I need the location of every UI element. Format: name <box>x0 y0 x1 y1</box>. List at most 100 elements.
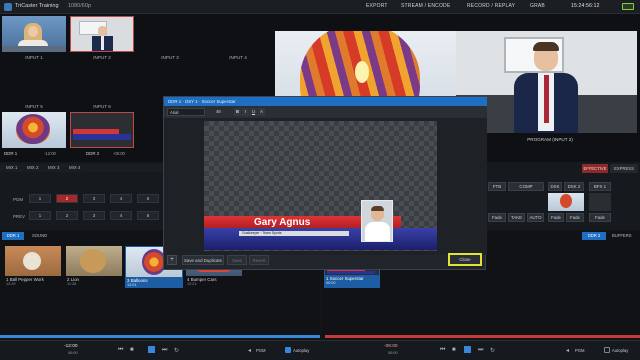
play-button[interactable] <box>148 346 155 353</box>
export-menu[interactable]: EXPORT <box>366 3 388 9</box>
loop-icon[interactable]: ↻ <box>490 347 495 354</box>
ddr-2-label: DDR 2 <box>86 151 100 156</box>
take-button[interactable]: TAKE <box>508 213 525 222</box>
title-photo[interactable] <box>361 200 393 242</box>
previous-icon[interactable]: ⏮ <box>118 347 123 354</box>
ddr-2-output-label[interactable]: PGM <box>575 348 585 353</box>
pgm-button-3[interactable]: 3 <box>83 194 105 203</box>
photo-shirt <box>365 222 390 241</box>
clip-duration: 12:21 <box>187 282 197 286</box>
next-icon[interactable]: ⏭ <box>478 347 483 354</box>
auto-button[interactable]: AUTO <box>527 213 544 222</box>
stop-icon[interactable]: ■ <box>452 347 456 353</box>
input-1-label: INPUT 1 <box>25 55 43 60</box>
dsk-2-fade-button[interactable]: Fade <box>566 213 584 222</box>
tab-effective[interactable]: EFFECTIVE <box>582 164 608 173</box>
speaker-icon[interactable]: ◂ <box>248 347 251 354</box>
text-color-button[interactable]: A <box>258 108 265 116</box>
ddr-2-thumbnail[interactable] <box>70 112 134 148</box>
revert-button[interactable]: Revert <box>249 255 269 265</box>
close-button[interactable]: Close <box>448 253 482 266</box>
prev-button-1[interactable]: 1 <box>29 211 51 220</box>
ftb-button[interactable]: FTB <box>488 182 506 191</box>
tab-mix-2[interactable]: MIX 2 <box>27 165 38 170</box>
pgm-button-4[interactable]: 4 <box>110 194 132 203</box>
tab-ddr-2[interactable]: DDR 2 <box>582 232 606 240</box>
save-and-duplicate-button[interactable]: Save and Duplicate <box>182 255 224 265</box>
clip-thumbnail <box>66 246 122 276</box>
bold-button[interactable]: B <box>234 108 241 116</box>
ddr-1-progress[interactable] <box>0 335 320 338</box>
stop-icon[interactable]: ■ <box>130 347 134 353</box>
dsk-2-button[interactable]: DSK 2 <box>564 182 584 191</box>
clip-item[interactable]: 1 Ball Pepper Work 12:29 <box>5 246 61 286</box>
ddr-2-blue-bar <box>73 134 131 140</box>
top-bar: TriCaster Training 1080/60p EXPORT STREA… <box>0 0 640 14</box>
input-2-label: INPUT 2 <box>93 55 111 60</box>
ddr-1-thumbnail[interactable] <box>2 112 66 148</box>
title-subtitle-strip[interactable]: Goalkeeper · Team Sports <box>239 231 349 236</box>
font-size-field[interactable]: 48 <box>216 108 228 116</box>
tab-express[interactable]: EXPRESS <box>610 164 638 173</box>
dialog-toolbar <box>164 106 487 118</box>
play-button[interactable] <box>464 346 471 353</box>
prev-button-3[interactable]: 3 <box>83 211 105 220</box>
prev-button-5[interactable]: 5 <box>137 211 159 220</box>
italic-button[interactable]: I <box>242 108 249 116</box>
dsk-1-fade-button[interactable]: Fade <box>548 213 564 222</box>
dsk-1-button[interactable]: DSK 1 <box>548 182 562 197</box>
preview-flame <box>355 61 369 83</box>
input-4-label: INPUT 4 <box>229 55 247 60</box>
dsk-preview-thumbnail <box>548 193 584 211</box>
mix-tabbar: MIX 1 MIX 2 MIX 3 MIX 4 <box>0 164 163 172</box>
pgm-button-1[interactable]: 1 <box>29 194 51 203</box>
loop-icon[interactable]: ↻ <box>174 347 179 354</box>
clip-item[interactable]: 2 Lion 11:28 <box>66 246 122 286</box>
previous-icon[interactable]: ⏮ <box>440 347 445 354</box>
tab-mix-1[interactable]: MIX 1 <box>6 165 17 170</box>
ddr-2-progress[interactable] <box>325 335 640 338</box>
bfx-fade-button[interactable]: Fade <box>589 213 611 222</box>
prev-button-4[interactable]: 4 <box>110 211 132 220</box>
program-boy-hair <box>533 42 559 51</box>
clip-blue-bar <box>327 271 375 274</box>
balloon-shape <box>16 114 50 144</box>
ddr-1-remaining-time: -12:00 <box>64 344 78 349</box>
tab-sound[interactable]: SOUND <box>32 233 47 238</box>
tab-buffers[interactable]: BUFFERS <box>612 233 632 238</box>
prev-row-label: PREV <box>13 214 25 219</box>
add-button[interactable]: + <box>167 255 177 265</box>
ftb-fade-button[interactable]: Fade <box>488 213 506 222</box>
resolution-label: 1080/60p <box>68 3 91 9</box>
clip-duration: 12:01 <box>127 283 137 287</box>
pgm-button-2[interactable]: 2 <box>56 194 78 203</box>
speaker-icon[interactable]: ◂ <box>566 347 569 354</box>
app-title: TriCaster Training <box>15 3 59 9</box>
clock: 15:24:56:12 <box>571 3 600 9</box>
input-2-thumbnail[interactable] <box>70 16 134 52</box>
input-1-thumbnail[interactable] <box>2 16 66 52</box>
ddr-1-output-label[interactable]: PGM <box>256 348 266 353</box>
ddr-2-elapsed-time: 00:00 <box>388 351 398 355</box>
clip-thumbnail <box>5 246 61 276</box>
next-icon[interactable]: ⏭ <box>162 347 167 354</box>
autoplay-checkbox[interactable] <box>604 347 610 353</box>
pgm-button-5[interactable]: 5 <box>137 194 159 203</box>
tab-mix-3[interactable]: MIX 3 <box>48 165 59 170</box>
ddr-2-time: -05:00 <box>113 151 125 156</box>
grab-menu[interactable]: GRAB <box>530 3 545 9</box>
font-select[interactable]: Arial <box>167 108 205 116</box>
record-replay-menu[interactable]: RECORD / REPLAY <box>467 3 515 9</box>
autoplay-checkbox[interactable] <box>285 347 291 353</box>
boy-shirt <box>101 36 104 50</box>
comp-button[interactable]: COMP <box>508 182 544 191</box>
stream-encode-menu[interactable]: STREAM / ENCODE <box>401 3 450 9</box>
tab-mix-4[interactable]: MIX 4 <box>69 165 80 170</box>
prev-button-2[interactable]: 2 <box>56 211 78 220</box>
underline-button[interactable]: U <box>250 108 257 116</box>
title-name-text[interactable]: Gary Agnus <box>254 217 310 228</box>
dsk-balloon <box>560 194 572 208</box>
save-button[interactable]: Save <box>227 255 247 265</box>
tab-ddr-1[interactable]: DDR 1 <box>2 232 24 240</box>
bfx-1-button[interactable]: BFX 1 <box>589 182 611 191</box>
